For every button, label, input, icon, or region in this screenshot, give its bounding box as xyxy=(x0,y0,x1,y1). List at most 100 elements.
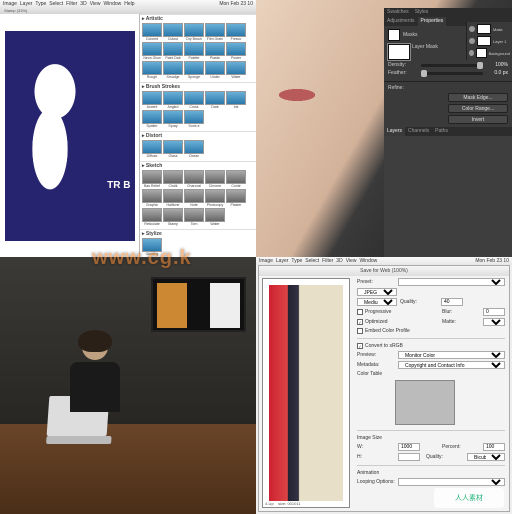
filter-thumb[interactable]: Ink xyxy=(226,91,246,109)
filter-thumb[interactable]: Diffuse xyxy=(142,140,162,158)
density-slider[interactable]: Density: 100% xyxy=(388,62,508,68)
resample-quality-select[interactable]: Bicubic xyxy=(467,453,505,461)
progressive-checkbox[interactable]: Progressive xyxy=(357,309,391,315)
filter-thumb[interactable]: Film Grain xyxy=(205,23,225,41)
menu-item[interactable]: Filter xyxy=(322,257,333,265)
menu-item[interactable]: 3D xyxy=(336,257,342,265)
filter-thumb[interactable]: Halftone xyxy=(163,189,183,207)
filter-thumb[interactable]: Palette xyxy=(184,42,204,60)
percent-input[interactable] xyxy=(483,443,505,451)
optimized-checkbox[interactable]: ✓Optimized xyxy=(357,319,388,325)
filter-thumb[interactable]: Ocean xyxy=(184,140,204,158)
tab-layers[interactable]: Layers xyxy=(384,127,405,136)
filter-thumb[interactable]: Water xyxy=(205,208,225,226)
matte-select[interactable] xyxy=(483,318,505,326)
layer-row[interactable]: Mask xyxy=(469,24,510,34)
filter-thumb[interactable]: Conte xyxy=(226,170,246,188)
filter-preview-pane[interactable]: TR B xyxy=(0,14,140,257)
tab[interactable]: Styles xyxy=(412,8,432,17)
color-range-button[interactable]: Color Range... xyxy=(448,104,508,113)
width-input[interactable] xyxy=(398,443,420,451)
blur-input[interactable] xyxy=(483,308,505,316)
mask-edge-button[interactable]: Mask Edge... xyxy=(448,93,508,102)
mac-menubar[interactable]: Image Layer Type Select Filter 3D View W… xyxy=(256,257,512,265)
filter-thumb[interactable]: Under xyxy=(205,61,225,79)
filter-thumb[interactable]: Colored xyxy=(142,23,162,41)
menu-item[interactable]: Layer xyxy=(276,257,289,265)
mask-thumb-pixel[interactable] xyxy=(388,44,410,60)
filter-thumb[interactable]: Note xyxy=(184,189,204,207)
menu-item[interactable]: Image xyxy=(259,257,273,265)
menu-item[interactable]: Type xyxy=(291,257,302,265)
metadata-select[interactable]: Copyright and Contact Info xyxy=(398,361,505,369)
tab-properties[interactable]: Properties xyxy=(418,17,447,26)
filter-thumb[interactable]: Cross xyxy=(184,91,204,109)
menu-item[interactable]: Help xyxy=(124,0,134,8)
filter-thumb[interactable]: Accent xyxy=(142,91,162,109)
filter-thumb[interactable]: Reticulate xyxy=(142,208,162,226)
layer-row[interactable]: Background xyxy=(469,48,510,58)
filter-thumb[interactable]: Torn xyxy=(184,208,204,226)
looping-select[interactable] xyxy=(398,478,505,486)
filter-thumb[interactable]: Paint Dab xyxy=(163,42,183,60)
layer-row[interactable]: Layer 1 xyxy=(469,36,510,46)
filter-thumb[interactable]: Glass xyxy=(163,140,183,158)
menu-item[interactable]: 3D xyxy=(80,0,86,8)
menu-item[interactable]: Select xyxy=(49,0,63,8)
filter-thumb[interactable]: Spray xyxy=(163,110,183,128)
preset-select[interactable] xyxy=(398,278,505,286)
invert-button[interactable]: Invert xyxy=(448,115,508,124)
filter-thumb[interactable]: Dark xyxy=(205,91,225,109)
tab-channels[interactable]: Channels xyxy=(405,127,432,136)
filter-thumb[interactable]: Sumi-e xyxy=(184,110,204,128)
filter-thumb[interactable]: Water xyxy=(226,61,246,79)
menu-item[interactable]: Window xyxy=(359,257,377,265)
filter-category-list[interactable]: ▸ ArtisticColoredCutoutDry BrushFilm Gra… xyxy=(140,14,256,257)
footer-4up[interactable]: 4-Up xyxy=(265,501,274,506)
format-select[interactable]: JPEG xyxy=(357,288,397,296)
filter-thumb[interactable]: Glowing xyxy=(142,238,162,256)
feather-slider[interactable]: Feather: 0.0 px xyxy=(388,70,508,76)
tab[interactable]: Swatches xyxy=(384,8,412,17)
preview-select[interactable]: Monitor Color xyxy=(398,351,505,359)
filter-thumb[interactable]: Neon Glow xyxy=(142,42,162,60)
filter-thumb[interactable]: Angled xyxy=(163,91,183,109)
menu-item[interactable]: Image xyxy=(3,0,17,8)
tab-adjustments[interactable]: Adjustments xyxy=(384,17,418,26)
mac-menubar[interactable]: Image Layer Type Select Filter 3D View W… xyxy=(0,0,256,8)
menu-item[interactable]: Window xyxy=(103,0,121,8)
height-input[interactable] xyxy=(398,453,420,461)
filter-thumb[interactable]: Sponge xyxy=(184,61,204,79)
sfw-preview-pane[interactable]: 4-Up size: 001011 xyxy=(262,278,350,508)
filter-thumb[interactable]: Plastic xyxy=(205,42,225,60)
filter-thumb[interactable]: Chalk xyxy=(163,170,183,188)
filter-thumb[interactable]: Photocopy xyxy=(205,189,225,207)
filter-thumb[interactable]: Smudge xyxy=(163,61,183,79)
filter-thumb[interactable]: Dry Brush xyxy=(184,23,204,41)
visibility-icon[interactable] xyxy=(469,38,475,44)
filter-thumb[interactable]: Cutout xyxy=(163,23,183,41)
menu-item[interactable]: Layer xyxy=(20,0,33,8)
filter-thumb[interactable]: Chrome xyxy=(205,170,225,188)
color-table[interactable] xyxy=(395,380,455,425)
filter-thumb[interactable]: Spatter xyxy=(142,110,162,128)
menu-item[interactable]: Filter xyxy=(66,0,77,8)
quality-input[interactable] xyxy=(441,298,463,306)
filter-thumb[interactable]: Charcoal xyxy=(184,170,204,188)
quality-preset-select[interactable]: Medium xyxy=(357,298,397,306)
filter-thumb[interactable]: Plaster xyxy=(226,189,246,207)
visibility-icon[interactable] xyxy=(469,26,475,32)
embed-profile-checkbox[interactable]: Embed Color Profile xyxy=(357,328,505,334)
filter-thumb[interactable]: Fresco xyxy=(226,23,246,41)
filter-thumb[interactable]: Poster xyxy=(226,42,246,60)
layers-panel[interactable] xyxy=(384,136,512,257)
filter-thumb[interactable]: Rough xyxy=(142,61,162,79)
filter-thumb[interactable]: Stamp xyxy=(163,208,183,226)
menu-item[interactable]: View xyxy=(346,257,357,265)
filter-thumb[interactable]: Bas Relief xyxy=(142,170,162,188)
menu-item[interactable]: View xyxy=(90,0,101,8)
visibility-icon[interactable] xyxy=(469,50,474,56)
menu-item[interactable]: Select xyxy=(305,257,319,265)
filter-thumb[interactable]: Graphic xyxy=(142,189,162,207)
convert-srgb-checkbox[interactable]: ✓Convert to sRGB xyxy=(357,343,505,349)
